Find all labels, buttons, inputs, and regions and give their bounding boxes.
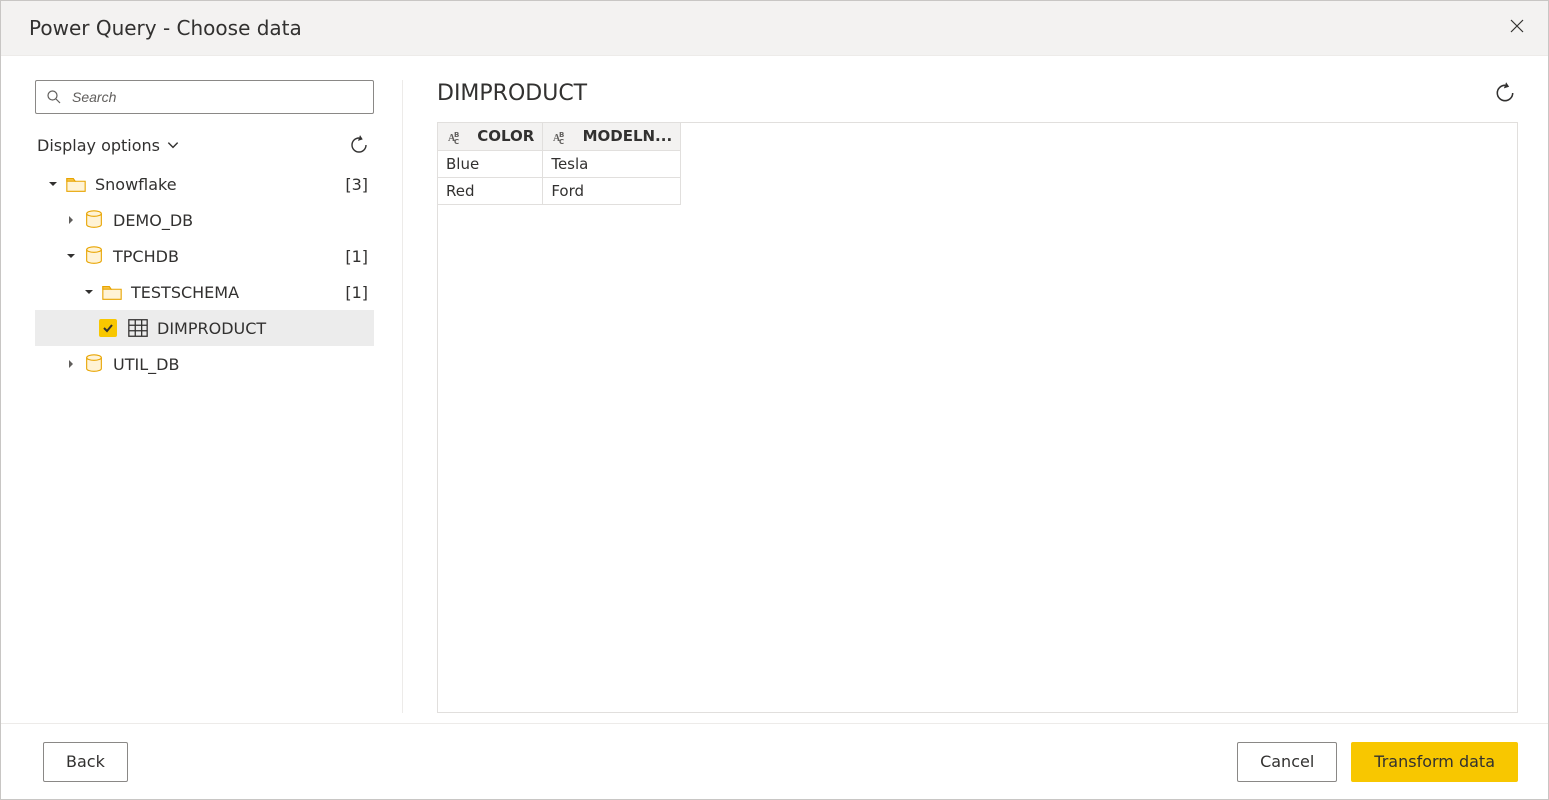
column-header-modelname[interactable]: ABC MODELN... xyxy=(543,123,681,150)
column-header-color[interactable]: ABC COLOR xyxy=(438,123,543,150)
expander-icon[interactable] xyxy=(81,284,97,300)
search-input[interactable] xyxy=(70,88,363,106)
svg-text:C: C xyxy=(454,138,459,145)
expander-icon[interactable] xyxy=(63,212,79,228)
preview-panel: DIMPRODUCT ABC COLOR ABC xyxy=(403,80,1518,713)
database-icon xyxy=(81,243,107,269)
tree-node-dimproduct[interactable]: DIMPRODUCT xyxy=(35,310,374,346)
preview-table: ABC COLOR ABC MODELN... Blue Te xyxy=(438,123,681,205)
close-icon xyxy=(1509,18,1525,34)
tree-node-tpchdb[interactable]: TPCHDB [1] xyxy=(35,238,374,274)
preview-title: DIMPRODUCT xyxy=(437,81,587,106)
column-header-label: MODELN... xyxy=(583,127,673,145)
dialog-window: Power Query - Choose data Display option… xyxy=(0,0,1549,800)
cell: Blue xyxy=(438,150,543,177)
refresh-tree-button[interactable] xyxy=(346,132,372,158)
expander-icon[interactable] xyxy=(63,356,79,372)
dialog-title: Power Query - Choose data xyxy=(29,16,302,40)
tree-node-testschema[interactable]: TESTSCHEMA [1] xyxy=(35,274,374,310)
text-type-icon: ABC xyxy=(446,128,468,146)
tree-node-count: [3] xyxy=(345,175,368,194)
tree-node-demo-db[interactable]: DEMO_DB xyxy=(35,202,374,238)
navigator-sidebar: Display options Snowflake [3] xyxy=(35,80,403,713)
cell: Red xyxy=(438,177,543,204)
check-icon xyxy=(102,322,114,334)
content-area: Display options Snowflake [3] xyxy=(1,56,1548,723)
database-icon xyxy=(81,351,107,377)
tree-node-label: DEMO_DB xyxy=(113,211,193,230)
refresh-preview-button[interactable] xyxy=(1492,80,1518,106)
preview-header: DIMPRODUCT xyxy=(437,80,1518,106)
column-header-label: COLOR xyxy=(477,127,534,145)
titlebar: Power Query - Choose data xyxy=(1,1,1548,56)
table-icon xyxy=(125,315,151,341)
table-header-row: ABC COLOR ABC MODELN... xyxy=(438,123,681,150)
cell: Tesla xyxy=(543,150,681,177)
checkbox-checked[interactable] xyxy=(99,319,117,337)
tree-node-label: DIMPRODUCT xyxy=(157,319,266,338)
tree-node-count: [1] xyxy=(345,283,368,302)
folder-icon xyxy=(99,279,125,305)
back-button[interactable]: Back xyxy=(43,742,128,782)
preview-table-container: ABC COLOR ABC MODELN... Blue Te xyxy=(437,122,1518,713)
expander-icon[interactable] xyxy=(45,176,61,192)
tree-node-label: Snowflake xyxy=(95,175,177,194)
close-button[interactable] xyxy=(1500,9,1534,43)
folder-icon xyxy=(63,171,89,197)
cancel-button[interactable]: Cancel xyxy=(1237,742,1337,782)
refresh-icon xyxy=(1494,82,1516,104)
transform-data-button[interactable]: Transform data xyxy=(1351,742,1518,782)
expander-icon[interactable] xyxy=(63,248,79,264)
display-options-label: Display options xyxy=(37,136,160,155)
svg-text:C: C xyxy=(559,138,564,145)
table-row[interactable]: Red Ford xyxy=(438,177,681,204)
tree-node-count: [1] xyxy=(345,247,368,266)
search-box[interactable] xyxy=(35,80,374,114)
tree-node-label: UTIL_DB xyxy=(113,355,179,374)
display-options-button[interactable]: Display options xyxy=(37,136,180,155)
database-icon xyxy=(81,207,107,233)
dialog-footer: Back Cancel Transform data xyxy=(1,723,1548,799)
tree-node-util-db[interactable]: UTIL_DB xyxy=(35,346,374,382)
cell: Ford xyxy=(543,177,681,204)
tree-node-snowflake[interactable]: Snowflake [3] xyxy=(35,166,374,202)
display-options-row: Display options xyxy=(35,132,374,158)
search-icon xyxy=(46,89,62,105)
tree-node-label: TPCHDB xyxy=(113,247,179,266)
refresh-icon xyxy=(349,135,369,155)
tree-node-label: TESTSCHEMA xyxy=(131,283,239,302)
text-type-icon: ABC xyxy=(551,128,573,146)
navigator-tree: Snowflake [3] DEMO_DB xyxy=(35,166,374,382)
table-row[interactable]: Blue Tesla xyxy=(438,150,681,177)
chevron-down-icon xyxy=(166,138,180,152)
